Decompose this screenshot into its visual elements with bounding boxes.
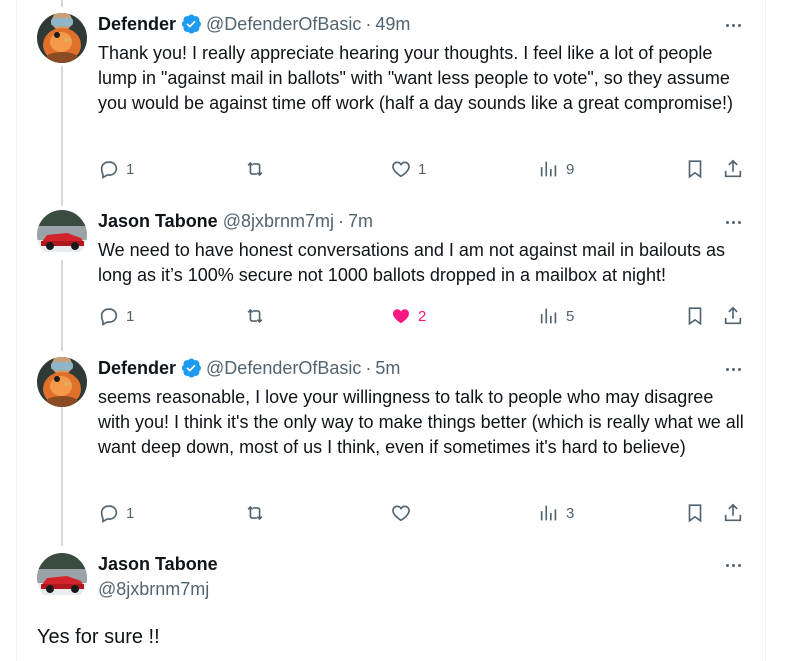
view-count: 9: [566, 160, 575, 178]
retweet-arrows-icon: [247, 161, 263, 177]
separator: ·: [338, 210, 344, 231]
display-name[interactable]: Defender: [98, 14, 176, 35]
tweet-header: Jason Tabone @8jxbrnm7mj · 7m: [98, 210, 765, 232]
speech-bubble-icon: [100, 505, 118, 523]
timestamp[interactable]: 49m: [375, 14, 410, 35]
tweet-actions: 1 3: [98, 501, 765, 525]
column-border-right: [765, 0, 766, 661]
like-button[interactable]: 2: [390, 304, 426, 328]
more-options-button[interactable]: [723, 555, 743, 575]
reply-count: 1: [126, 160, 135, 178]
retweet-button[interactable]: [244, 501, 266, 525]
like-count: 1: [418, 160, 427, 178]
tweet[interactable]: Defender @DefenderOfBasic · 49m Thank yo…: [17, 13, 765, 193]
retweet-button[interactable]: [244, 304, 266, 328]
bookmark-button[interactable]: [684, 157, 706, 181]
like-button[interactable]: 1: [390, 157, 426, 181]
ellipsis-icon: [725, 23, 729, 27]
user-handle[interactable]: @DefenderOfBasic: [206, 14, 361, 35]
tweet-actions: 1 1 9: [98, 157, 765, 181]
verified-badge-icon: [181, 358, 202, 378]
tweet-actions: 1 2 5: [98, 304, 765, 328]
timestamp[interactable]: 5m: [375, 358, 400, 379]
robin-avatar-icon: [37, 13, 87, 63]
more-options-button[interactable]: [723, 359, 743, 379]
thread-line: [61, 0, 63, 7]
retweet-button[interactable]: [244, 157, 266, 181]
display-name[interactable]: Jason Tabone: [98, 554, 218, 575]
avatar[interactable]: [37, 553, 87, 603]
heart-icon: [392, 505, 410, 522]
timestamp[interactable]: 7m: [348, 211, 373, 232]
bookmark-icon: [688, 504, 702, 523]
car-avatar-icon: [37, 210, 87, 260]
reply-button[interactable]: 1: [98, 304, 134, 328]
views-button[interactable]: 9: [538, 157, 574, 181]
car-avatar-icon: [37, 553, 87, 603]
ellipsis-icon: [725, 367, 729, 371]
user-handle[interactable]: @8jxbrnm7mj: [98, 579, 209, 600]
tweet-header: Defender @DefenderOfBasic · 5m: [98, 357, 765, 379]
retweet-arrows-icon: [247, 308, 263, 324]
tweet-text: Yes for sure !!: [37, 626, 160, 648]
tweet-text: We need to have honest conversations and…: [98, 240, 726, 285]
avatar[interactable]: [37, 357, 87, 407]
like-count: 2: [418, 307, 427, 325]
more-options-button[interactable]: [723, 15, 743, 35]
display-name[interactable]: Jason Tabone: [98, 211, 218, 232]
robin-avatar-icon: [37, 357, 87, 407]
ellipsis-icon: [725, 220, 729, 224]
reply-button[interactable]: 1: [98, 157, 134, 181]
separator: ·: [365, 357, 372, 378]
view-count: 3: [566, 504, 575, 522]
reply-button[interactable]: 1: [98, 501, 134, 525]
reply-count: 1: [126, 307, 135, 325]
bar-chart-icon: [540, 505, 557, 521]
tweet-header: Defender @DefenderOfBasic · 49m: [98, 13, 765, 35]
heart-icon: [392, 309, 410, 324]
tweet-text: Thank you! I really appreciate hearing y…: [98, 43, 733, 113]
share-button[interactable]: [722, 304, 744, 328]
tweet-text: seems reasonable, I love your willingnes…: [98, 387, 744, 457]
share-button[interactable]: [722, 157, 744, 181]
bookmark-button[interactable]: [684, 304, 706, 328]
bar-chart-icon: [540, 308, 557, 324]
avatar[interactable]: [37, 210, 87, 260]
share-upload-icon: [724, 503, 742, 522]
reply-count: 1: [126, 504, 135, 522]
share-button[interactable]: [722, 501, 744, 525]
main-tweet[interactable]: Jason Tabone @8jxbrnm7mj Yes for sure !!: [17, 553, 765, 661]
tweet-header: Jason Tabone: [98, 553, 765, 575]
speech-bubble-icon: [100, 308, 118, 326]
bookmark-icon: [688, 307, 702, 326]
separator: ·: [365, 13, 372, 34]
bookmark-icon: [688, 160, 702, 179]
bookmark-button[interactable]: [684, 501, 706, 525]
tweet[interactable]: Jason Tabone @8jxbrnm7mj · 7m We need to…: [17, 210, 765, 340]
view-count: 5: [566, 307, 575, 325]
display-name[interactable]: Defender: [98, 358, 176, 379]
more-options-button[interactable]: [723, 212, 743, 232]
user-handle[interactable]: @8jxbrnm7mj: [223, 211, 334, 232]
share-upload-icon: [724, 306, 742, 325]
user-handle[interactable]: @DefenderOfBasic: [206, 358, 361, 379]
avatar[interactable]: [37, 13, 87, 63]
heart-icon: [392, 161, 410, 178]
views-button[interactable]: 3: [538, 501, 574, 525]
ellipsis-icon: [725, 563, 729, 567]
retweet-arrows-icon: [247, 505, 263, 521]
views-button[interactable]: 5: [538, 304, 574, 328]
verified-badge-icon: [181, 14, 202, 34]
speech-bubble-icon: [100, 161, 118, 179]
tweet[interactable]: Defender @DefenderOfBasic · 5m seems rea…: [17, 357, 765, 532]
bar-chart-icon: [540, 161, 557, 177]
share-upload-icon: [724, 159, 742, 178]
like-button[interactable]: [390, 501, 412, 525]
